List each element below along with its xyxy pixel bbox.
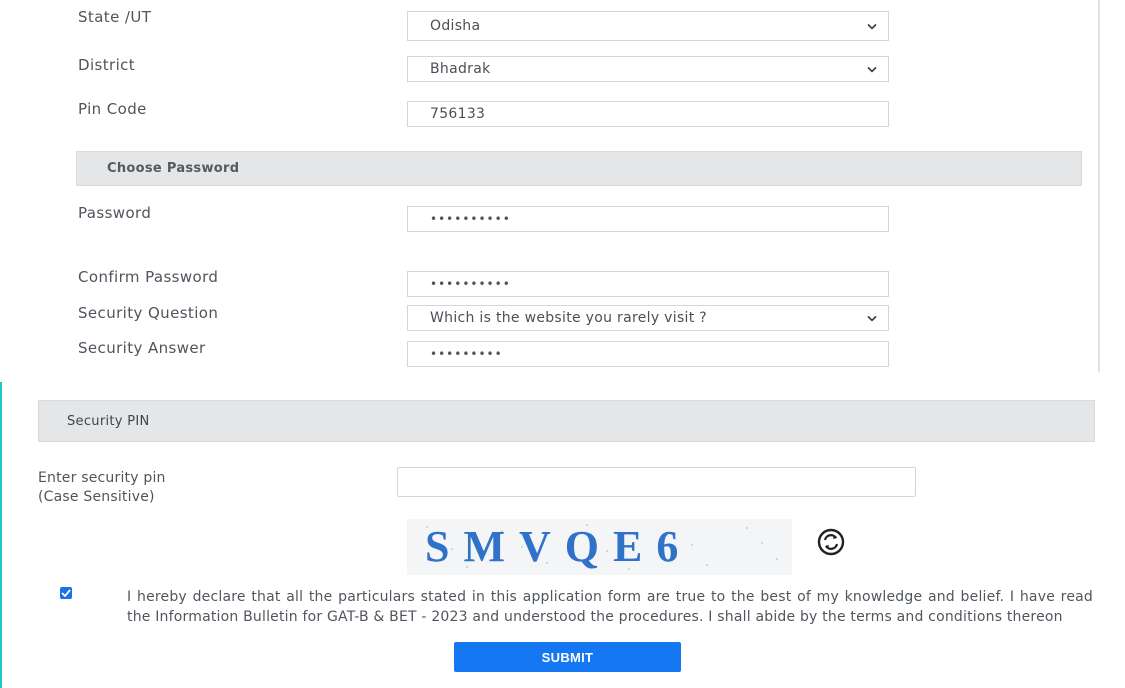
district-label: District xyxy=(78,56,136,74)
chevron-down-icon xyxy=(867,315,877,322)
security-question-label: Security Question xyxy=(78,304,219,322)
choose-password-title: Choose Password xyxy=(107,161,240,176)
security-question-value: Which is the website you rarely visit ? xyxy=(430,310,707,326)
security-pin-label: Enter security pin (Case Sensitive) xyxy=(38,469,166,507)
password-label: Password xyxy=(78,204,152,222)
confirm-password-label: Confirm Password xyxy=(78,268,219,286)
captcha-image: SMVQE6 xyxy=(407,519,792,575)
district-select[interactable]: Bhadrak xyxy=(407,56,889,82)
security-pin-header: Security PIN xyxy=(38,400,1095,442)
security-pin-title: Security PIN xyxy=(67,413,150,429)
district-select-value: Bhadrak xyxy=(430,61,491,77)
right-divider xyxy=(1098,0,1100,372)
state-select-value: Odisha xyxy=(430,18,481,34)
security-pin-input[interactable] xyxy=(397,467,916,497)
pin-code-label: Pin Code xyxy=(78,100,147,118)
submit-button[interactable]: SUBMIT xyxy=(454,642,681,672)
security-answer-label: Security Answer xyxy=(78,339,206,357)
confirm-password-value: •••••••••• xyxy=(430,277,511,291)
pin-code-input[interactable]: 756133 xyxy=(407,101,889,127)
chevron-down-icon xyxy=(867,23,877,30)
chevron-down-icon xyxy=(867,66,877,73)
declaration-text: I hereby declare that all the particular… xyxy=(127,589,1093,625)
security-pin-label-line2: (Case Sensitive) xyxy=(38,489,155,505)
security-pin-label-line1: Enter security pin xyxy=(38,470,166,486)
declaration-checkbox[interactable] xyxy=(60,587,72,599)
left-accent-border xyxy=(0,382,2,688)
password-value: •••••••••• xyxy=(430,212,511,226)
state-select[interactable]: Odisha xyxy=(407,11,889,41)
pin-code-value: 756133 xyxy=(430,106,486,122)
captcha-text: SMVQE6 xyxy=(425,522,693,571)
security-answer-input[interactable]: ••••••••• xyxy=(407,341,889,367)
security-question-select[interactable]: Which is the website you rarely visit ? xyxy=(407,305,889,331)
refresh-icon[interactable] xyxy=(816,527,846,557)
security-answer-value: ••••••••• xyxy=(430,347,503,361)
confirm-password-input[interactable]: •••••••••• xyxy=(407,271,889,297)
state-label: State /UT xyxy=(78,8,152,26)
password-input[interactable]: •••••••••• xyxy=(407,206,889,232)
check-icon xyxy=(61,589,71,597)
choose-password-header: Choose Password xyxy=(76,151,1082,186)
